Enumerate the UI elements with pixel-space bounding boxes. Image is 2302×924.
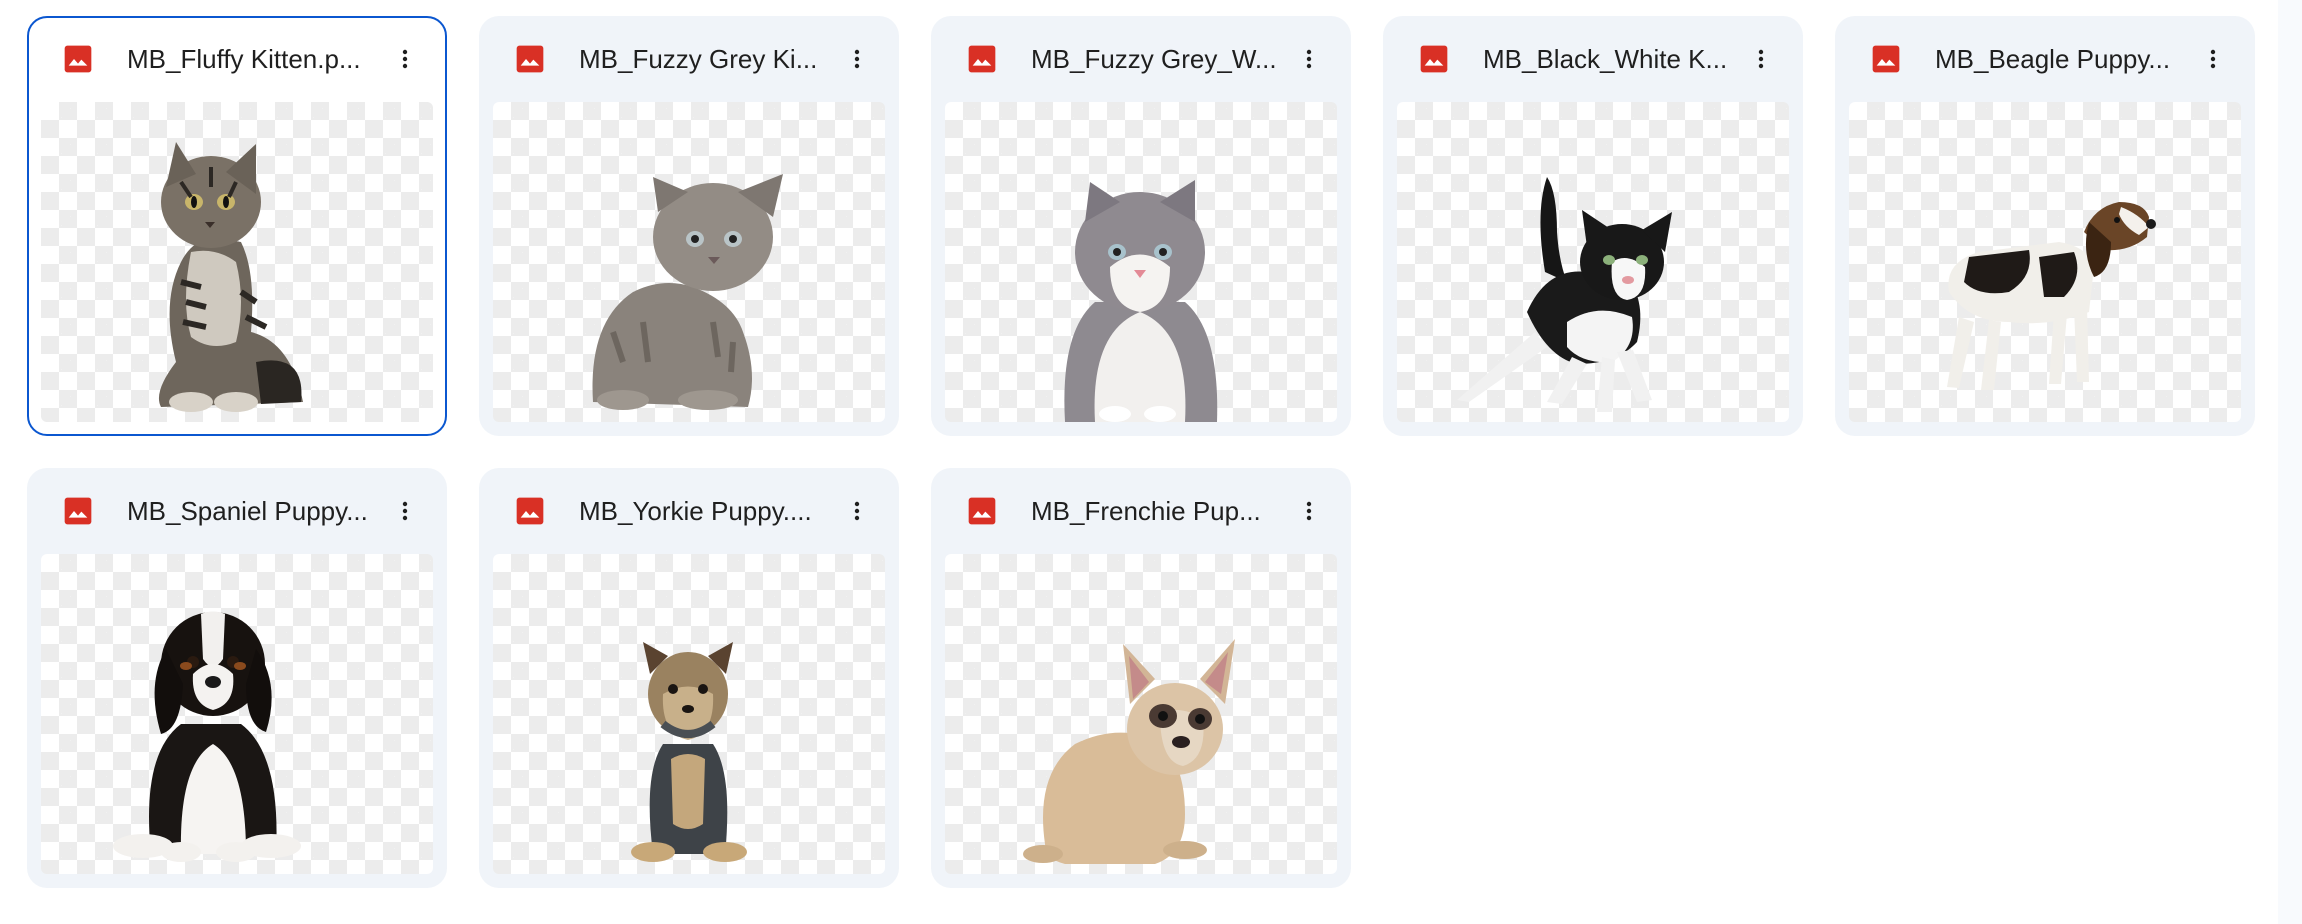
more-vert-icon (402, 49, 408, 69)
file-name: MB_Fuzzy Grey_W... (1031, 44, 1277, 74)
card-header: MB_Yorkie Puppy.... (479, 468, 899, 554)
more-actions-button[interactable] (385, 39, 425, 79)
more-vert-icon (1306, 49, 1312, 69)
file-thumbnail[interactable] (41, 102, 433, 422)
more-vert-icon (1306, 501, 1312, 521)
file-card[interactable]: MB_Fluffy Kitten.p... (27, 16, 447, 436)
file-card[interactable]: MB_Fuzzy Grey Ki... (479, 16, 899, 436)
file-name: MB_Frenchie Pup... (1031, 496, 1261, 526)
more-vert-icon (2210, 49, 2216, 69)
more-actions-button[interactable] (837, 39, 877, 79)
more-vert-icon (1758, 49, 1764, 69)
card-header: MB_Fuzzy Grey Ki... (479, 16, 899, 102)
black-white-kitten-image (1457, 177, 1672, 412)
more-actions-button[interactable] (385, 491, 425, 531)
grey-kitten-image (592, 174, 783, 410)
file-name: MB_Black_White K... (1483, 44, 1728, 74)
card-header: MB_Black_White K... (1383, 16, 1803, 102)
card-header: MB_Frenchie Pup... (931, 468, 1351, 554)
more-vert-icon (854, 49, 860, 69)
grey-white-kitten-image (1064, 180, 1218, 422)
image-file-icon (968, 45, 996, 73)
card-header: MB_Fuzzy Grey_W... (931, 16, 1351, 102)
image-file-icon (1872, 45, 1900, 73)
file-grid: MB_Fluffy Kitten.p... MB_Fuzzy Grey Ki..… (27, 16, 2255, 888)
spaniel-puppy-image (113, 611, 301, 862)
image-file-icon (516, 497, 544, 525)
more-vert-icon (402, 501, 408, 521)
file-name: MB_Beagle Puppy... (1935, 44, 2171, 74)
tabby-kitten-image (158, 142, 303, 412)
file-name: MB_Yorkie Puppy.... (579, 496, 812, 526)
image-file-icon (516, 45, 544, 73)
file-card[interactable]: MB_Beagle Puppy... (1835, 16, 2255, 436)
frenchie-puppy-image (1023, 639, 1235, 864)
file-name: MB_Fluffy Kitten.p... (127, 44, 361, 74)
more-actions-button[interactable] (837, 491, 877, 531)
file-card[interactable]: MB_Frenchie Pup... (931, 468, 1351, 888)
file-thumbnail[interactable] (493, 554, 885, 874)
file-card[interactable]: MB_Spaniel Puppy... (27, 468, 447, 888)
file-thumbnail[interactable] (945, 554, 1337, 874)
more-actions-button[interactable] (1289, 39, 1329, 79)
scrollbar[interactable] (2278, 0, 2302, 924)
file-thumbnail[interactable] (1397, 102, 1789, 422)
file-card[interactable]: MB_Black_White K... (1383, 16, 1803, 436)
card-header: MB_Beagle Puppy... (1835, 16, 2255, 102)
file-thumbnail[interactable] (1849, 102, 2241, 422)
file-name: MB_Spaniel Puppy... (127, 496, 368, 526)
file-thumbnail[interactable] (945, 102, 1337, 422)
file-card[interactable]: MB_Yorkie Puppy.... (479, 468, 899, 888)
image-file-icon (64, 45, 92, 73)
more-vert-icon (854, 501, 860, 521)
more-actions-button[interactable] (2193, 39, 2233, 79)
yorkie-puppy-image (631, 642, 747, 862)
card-header: MB_Spaniel Puppy... (27, 468, 447, 554)
file-thumbnail[interactable] (493, 102, 885, 422)
file-thumbnail[interactable] (41, 554, 433, 874)
image-file-icon (1420, 45, 1448, 73)
more-actions-button[interactable] (1289, 491, 1329, 531)
file-name: MB_Fuzzy Grey Ki... (579, 44, 818, 74)
file-card[interactable]: MB_Fuzzy Grey_W... (931, 16, 1351, 436)
beagle-puppy-image (1947, 202, 2156, 390)
more-actions-button[interactable] (1741, 39, 1781, 79)
image-file-icon (64, 497, 92, 525)
image-file-icon (968, 497, 996, 525)
card-header: MB_Fluffy Kitten.p... (29, 18, 445, 104)
